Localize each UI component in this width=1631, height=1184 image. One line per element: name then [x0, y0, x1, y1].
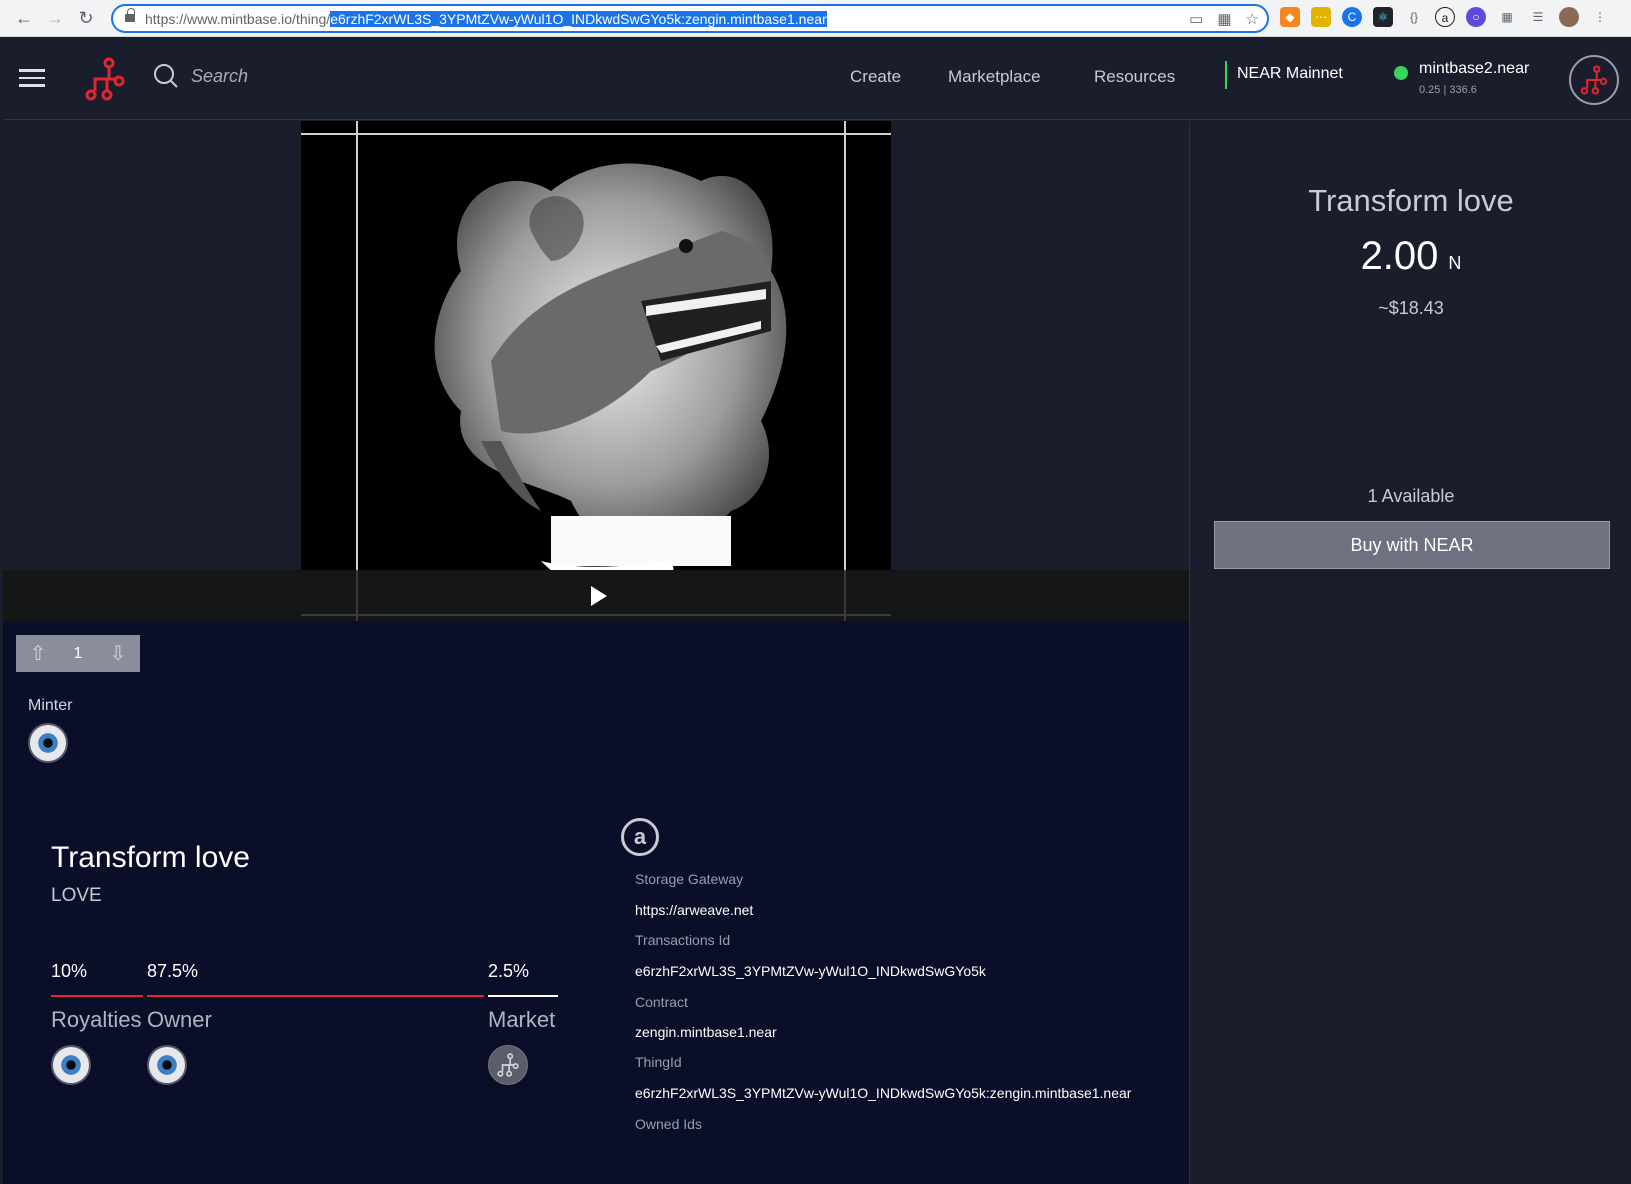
usd-price: ~$18.43: [1378, 298, 1444, 318]
browser-toolbar: ← → ↻ https://www.mintbase.io/thing/e6rz…: [0, 0, 1631, 37]
puzzle-icon[interactable]: ▦: [1497, 7, 1517, 27]
address-bar[interactable]: https://www.mintbase.io/thing/e6rzhF2xrW…: [111, 4, 1269, 33]
near-unit: N: [1448, 253, 1462, 273]
network-divider: [1225, 61, 1227, 89]
details-section: ⇧ 1 ⇩ Minter Transform love LOVE 10% 87.…: [3, 621, 1189, 1184]
thingid-label: ThingId: [635, 1054, 682, 1070]
royalties-percent: 10%: [51, 961, 88, 981]
url-selected: e6rzhF2xrWL3S_3YPMtZVw-yWul1O_INDkwdSwGY…: [330, 11, 827, 27]
search-input[interactable]: Search: [191, 66, 248, 87]
account-name[interactable]: mintbase2.near: [1419, 60, 1529, 78]
lock-icon: [125, 8, 135, 24]
nav-resources[interactable]: Resources: [1094, 67, 1175, 87]
json-extension-icon[interactable]: {}: [1404, 7, 1424, 27]
metamask-extension-icon[interactable]: ◆: [1280, 7, 1300, 27]
thing-symbol: LOVE: [51, 885, 102, 906]
market-label: Market: [488, 1007, 556, 1032]
contract-link[interactable]: zengin.mintbase1.near: [635, 1024, 777, 1040]
url-path: thing/: [295, 11, 331, 27]
market-percent: 2.5%: [488, 961, 530, 981]
buy-with-near-button[interactable]: Buy with NEAR: [1214, 521, 1610, 569]
account-balance: 0.25 | 336.6: [1419, 84, 1477, 96]
royalties-bar: [51, 995, 143, 997]
shark-artwork: [434, 163, 787, 595]
search-icon: [154, 64, 178, 88]
sale-title: Transform love: [1308, 183, 1514, 218]
c-extension-icon[interactable]: C: [1342, 7, 1362, 27]
minter-avatar[interactable]: [28, 723, 68, 763]
royalties-label: Royalties: [51, 1007, 142, 1032]
owner-bar: [147, 995, 484, 997]
availability: 1 Available: [1367, 486, 1455, 506]
video-progress-bar[interactable]: [301, 614, 891, 616]
hamburger-menu-icon[interactable]: [19, 69, 45, 87]
star-icon[interactable]: ☆: [1246, 10, 1259, 28]
market-bar: [488, 995, 558, 997]
play-icon[interactable]: [591, 586, 607, 606]
arrow-down-icon[interactable]: ⇩: [110, 641, 127, 666]
mintbase-logo[interactable]: [83, 57, 127, 101]
storage-gateway-link[interactable]: https://arweave.net: [635, 902, 753, 918]
media-section: [3, 121, 1189, 621]
wallet-extension-icon[interactable]: ○: [1466, 7, 1486, 27]
app-header: Search Create Marketplace Resources NEAR…: [3, 37, 1631, 120]
url-prefix: https://www.mintbase.io/: [145, 11, 296, 27]
contract-label: Contract: [635, 994, 688, 1010]
minter-label: Minter: [28, 697, 73, 714]
thingid-link[interactable]: e6rzhF2xrWL3S_3YPMtZVw-yWul1O_INDkwdSwGY…: [635, 1085, 1131, 1101]
forward-icon[interactable]: →: [45, 8, 65, 28]
quantity-value[interactable]: 1: [74, 645, 83, 663]
url-text[interactable]: https://www.mintbase.io/thing/e6rzhF2xrW…: [145, 11, 827, 27]
arweave-extension-icon[interactable]: a: [1435, 7, 1455, 27]
nav-marketplace[interactable]: Marketplace: [948, 67, 1041, 87]
sale-panel: Transform love 2.00 N ~$18.43 1 Available…: [1189, 121, 1631, 1184]
arweave-icon: a: [621, 818, 659, 856]
media-icon[interactable]: ☰: [1528, 7, 1548, 27]
owner-percent: 87.5%: [147, 961, 199, 981]
network-selector[interactable]: NEAR Mainnet: [1237, 65, 1343, 83]
reload-icon[interactable]: ↻: [76, 8, 96, 28]
owner-label: Owner: [147, 1007, 212, 1032]
menu-dots-icon[interactable]: ⋮: [1590, 7, 1610, 27]
react-extension-icon[interactable]: ⚛: [1373, 7, 1393, 27]
quantity-stepper: ⇧ 1 ⇩: [16, 635, 140, 672]
sale-price: 2.00 N: [1190, 234, 1631, 279]
notes-extension-icon[interactable]: ⋯: [1311, 7, 1331, 27]
mintbase-avatar-icon: [1580, 65, 1608, 95]
nav-create[interactable]: Create: [850, 67, 901, 87]
storage-gateway-label: Storage Gateway: [635, 871, 744, 887]
profile-avatar[interactable]: [1559, 7, 1579, 27]
thing-title: Transform love: [51, 841, 250, 874]
transactions-id-link[interactable]: e6rzhF2xrWL3S_3YPMtZVw-yWul1O_INDkwdSwGY…: [635, 963, 986, 979]
transactions-id-label: Transactions Id: [635, 932, 731, 948]
cast-icon[interactable]: ▭: [1189, 10, 1203, 28]
connection-status-dot: [1394, 66, 1408, 80]
arrow-up-icon[interactable]: ⇧: [30, 641, 47, 666]
mintbase-market-icon: [497, 1053, 519, 1077]
user-avatar[interactable]: [1569, 55, 1619, 105]
qr-icon[interactable]: ▦: [1217, 10, 1231, 28]
nft-video[interactable]: [301, 121, 891, 621]
video-controls: [3, 570, 1189, 621]
owner-avatar[interactable]: [147, 1045, 187, 1085]
back-icon[interactable]: ←: [14, 8, 34, 28]
price-value: 2.00: [1360, 234, 1439, 278]
market-avatar[interactable]: [488, 1045, 528, 1085]
royalties-avatar[interactable]: [51, 1045, 91, 1085]
search-bar[interactable]: Search: [153, 63, 248, 89]
owned-ids-label: Owned Ids: [635, 1116, 702, 1132]
